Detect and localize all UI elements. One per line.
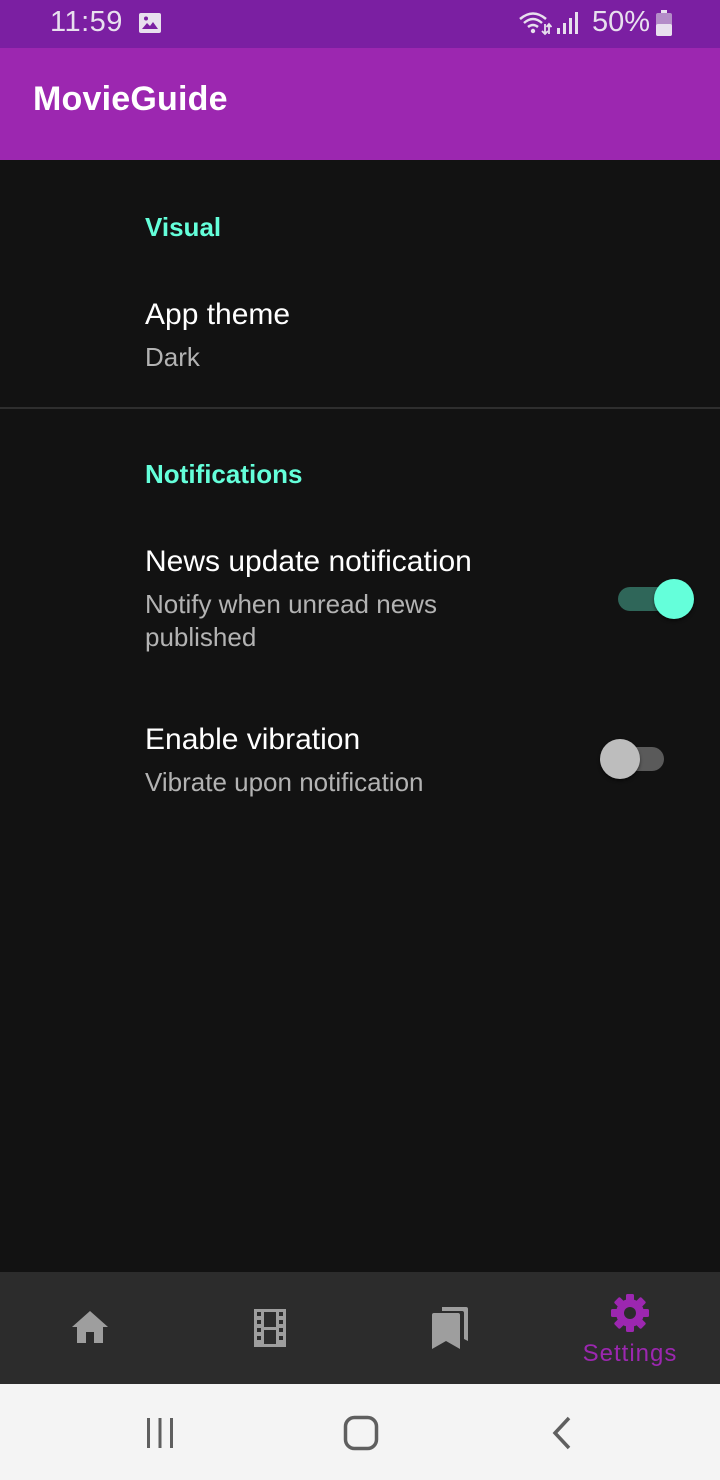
recents-icon[interactable] (144, 1417, 176, 1449)
image-icon (139, 13, 161, 33)
bottom-navigation: Settings (0, 1272, 720, 1384)
pref-title: Enable vibration (145, 723, 361, 756)
section-title-notifications: Notifications (145, 459, 303, 489)
nav-item-movies[interactable] (180, 1272, 360, 1384)
app-bar: MovieGuide (0, 48, 720, 160)
nav-label-settings: Settings (582, 1340, 678, 1367)
battery-icon (656, 10, 672, 36)
status-time: 11:59 (50, 6, 123, 38)
switch-thumb (654, 579, 694, 619)
pref-summary: Dark (145, 342, 200, 372)
gear-icon (611, 1294, 649, 1332)
pref-summary: Notify when unread news published (145, 589, 437, 652)
bookmarks-icon (432, 1307, 468, 1349)
section-divider (0, 407, 720, 409)
signal-icon (557, 12, 578, 34)
nav-item-settings[interactable]: Settings (540, 1272, 720, 1384)
nav-item-home[interactable] (0, 1272, 180, 1384)
status-bar: 11:59 50% (0, 0, 720, 48)
system-navigation-bar (0, 1384, 720, 1480)
film-icon (254, 1309, 286, 1347)
pref-title: App theme (145, 298, 291, 331)
home-icon (72, 1311, 108, 1343)
news-notification-switch[interactable] (614, 577, 694, 621)
vibration-switch[interactable] (600, 737, 670, 781)
back-icon[interactable] (550, 1416, 574, 1450)
switch-thumb (600, 739, 640, 779)
battery-percent: 50% (592, 6, 651, 38)
wifi-icon (519, 12, 552, 36)
pref-title: News update notification (145, 545, 472, 578)
section-title-visual: Visual (145, 212, 222, 242)
home-circle-icon[interactable] (343, 1415, 379, 1451)
screen: 11:59 50% MovieGuide Visual App theme Da… (0, 0, 720, 1480)
nav-item-bookmarks[interactable] (360, 1272, 540, 1384)
app-title: MovieGuide (33, 80, 228, 118)
pref-summary: Vibrate upon notification (145, 767, 424, 797)
